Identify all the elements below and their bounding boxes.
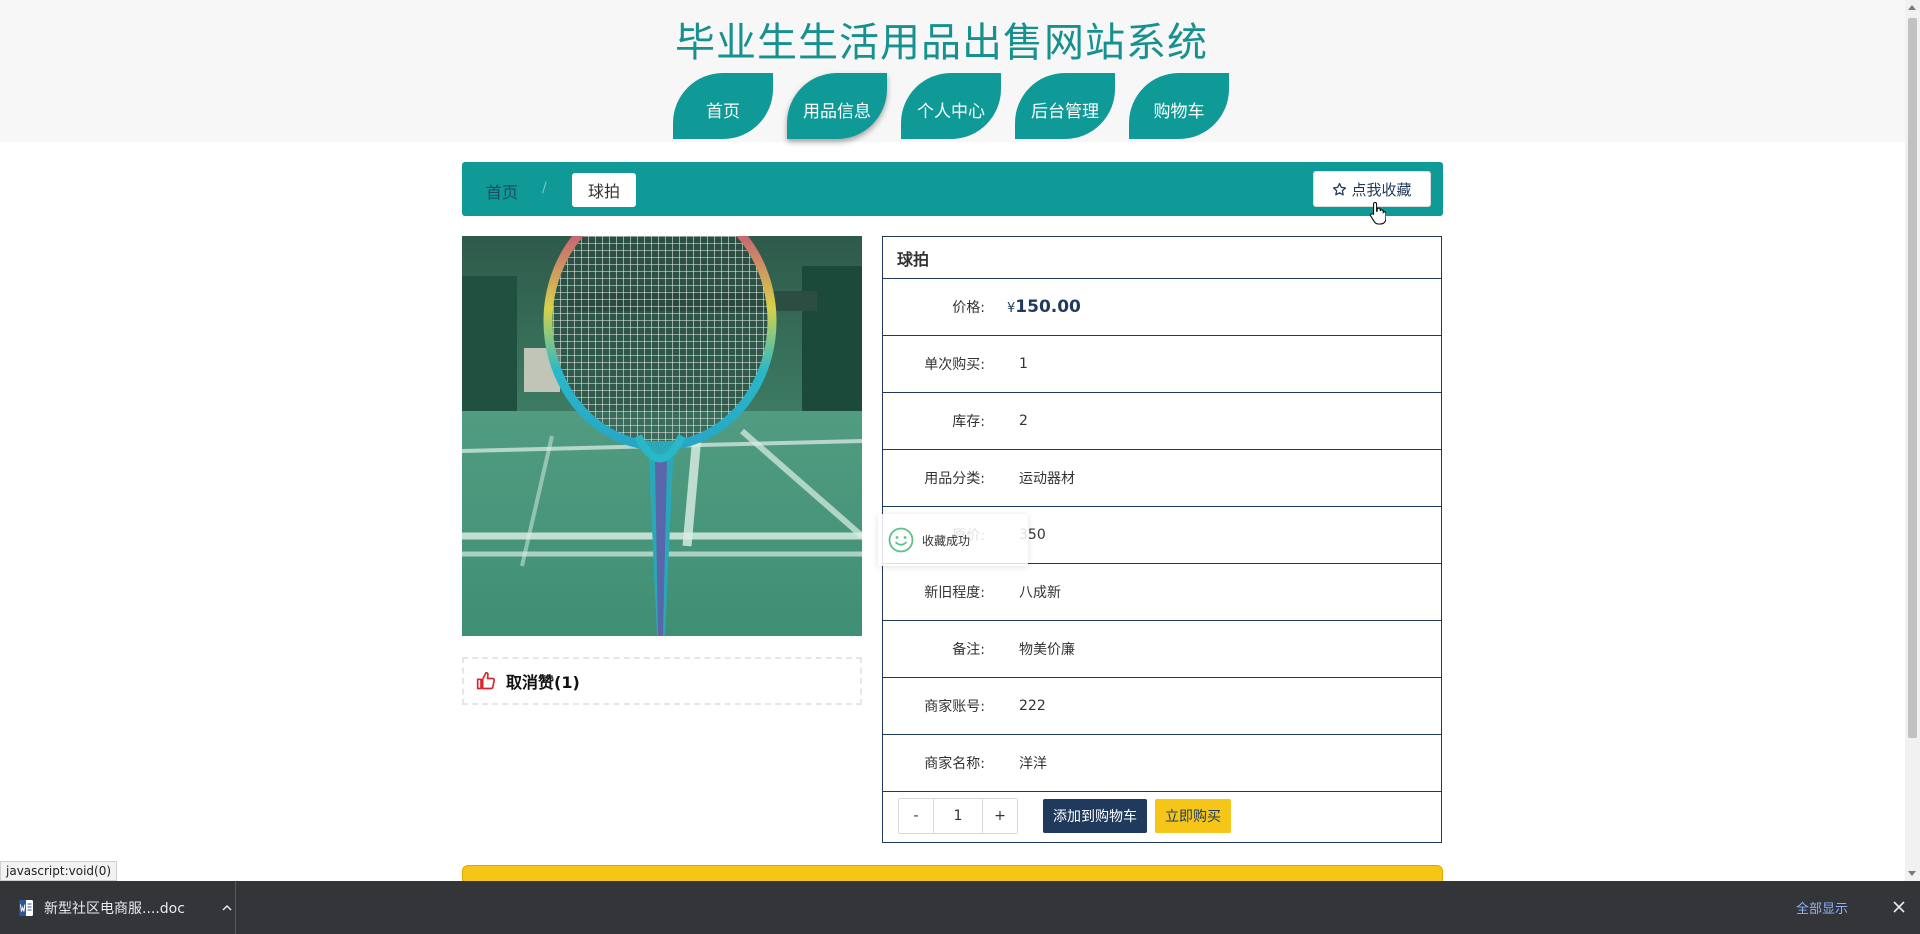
detail-value: 洋洋: [1019, 756, 1047, 772]
star-icon: [1333, 182, 1347, 195]
detail-row: 备注: 物美价廉: [883, 621, 1441, 678]
quantity-increase-button[interactable]: +: [983, 799, 1017, 833]
product-image: [462, 236, 862, 636]
breadcrumb-home-link[interactable]: 首页: [486, 179, 518, 203]
detail-key: 单次购买:: [924, 357, 985, 373]
purchase-actions: - 1 + 添加到购物车 立即购买: [883, 792, 1441, 840]
nav-product-info[interactable]: 用品信息: [787, 73, 887, 139]
favorite-label: 点我收藏: [1351, 180, 1412, 199]
download-bar: 新型社区电商服....doc 全部显示: [0, 881, 1920, 934]
breadcrumb-separator: /: [542, 180, 547, 196]
detail-row: 新旧程度: 八成新: [883, 564, 1441, 621]
detail-key: 新旧程度:: [924, 585, 985, 601]
thumbs-up-icon: [476, 671, 496, 690]
detail-value: 2: [1019, 413, 1028, 429]
status-url: javascript:void(0): [0, 861, 118, 881]
price-row: 价格: ¥150.00: [883, 279, 1441, 336]
detail-key: 商家名称:: [924, 756, 985, 772]
show-all-downloads-link[interactable]: 全部显示: [1796, 898, 1848, 917]
word-document-icon: [19, 899, 33, 916]
chevron-up-icon[interactable]: [221, 902, 233, 914]
price-number: 150.00: [1015, 297, 1081, 317]
hand-cursor-icon: [1370, 201, 1386, 225]
nav-admin[interactable]: 后台管理: [1015, 73, 1115, 139]
detail-key: 商家账号:: [924, 699, 985, 715]
detail-value: 物美价廉: [1019, 642, 1075, 658]
download-item[interactable]: 新型社区电商服....doc: [0, 881, 236, 934]
product-title: 球拍: [883, 237, 1441, 279]
detail-key: 库存:: [952, 414, 985, 430]
price-label: 价格:: [952, 300, 985, 316]
nav-home[interactable]: 首页: [673, 73, 773, 139]
detail-row: 库存: 2: [883, 393, 1441, 450]
site-header: 毕业生生活用品出售网站系统 首页 用品信息 个人中心 后台管理 购物车: [0, 0, 1905, 142]
detail-key: 用品分类:: [924, 471, 985, 487]
add-to-cart-button[interactable]: 添加到购物车: [1043, 799, 1147, 833]
nav-personal-center[interactable]: 个人中心: [901, 73, 1001, 139]
scroll-down-arrow-icon[interactable]: [1908, 871, 1916, 876]
price-value: ¥150.00: [1007, 297, 1081, 317]
detail-key: 备注:: [952, 642, 985, 658]
close-icon[interactable]: [1890, 898, 1908, 916]
page-scrollbar[interactable]: [1905, 0, 1920, 881]
quantity-decrease-button[interactable]: -: [899, 799, 933, 833]
detail-value: 八成新: [1019, 585, 1061, 601]
detail-value: 1: [1019, 356, 1028, 372]
detail-value: 运动器材: [1019, 471, 1075, 487]
like-toggle[interactable]: 取消赞(1): [462, 657, 862, 705]
detail-row: 用品分类: 运动器材: [883, 450, 1441, 507]
like-label: 取消赞(1): [506, 673, 580, 692]
breadcrumb-current: 球拍: [572, 173, 636, 207]
detail-value: 222: [1019, 698, 1046, 714]
buy-now-button[interactable]: 立即购买: [1155, 799, 1231, 833]
detail-row: 单次购买: 1: [883, 336, 1441, 393]
main-nav: 首页 用品信息 个人中心 后台管理 购物车: [673, 73, 1229, 139]
breadcrumb: 首页 / 球拍 点我收藏: [462, 162, 1443, 216]
site-title: 毕业生生活用品出售网站系统: [675, 20, 1208, 66]
badminton-racket-photo: [462, 236, 862, 636]
toast-message: 收藏成功: [922, 533, 971, 548]
toast-notification: 收藏成功: [878, 514, 1028, 566]
detail-row: 商家名称: 洋洋: [883, 735, 1441, 792]
download-file-name: 新型社区电商服....doc: [44, 900, 185, 917]
quantity-input[interactable]: 1: [933, 799, 983, 833]
detail-row: 商家账号: 222: [883, 678, 1441, 735]
scroll-thumb[interactable]: [1908, 18, 1917, 738]
scroll-up-arrow-icon[interactable]: [1908, 5, 1916, 10]
nav-cart[interactable]: 购物车: [1129, 73, 1229, 139]
smiley-icon: [888, 527, 914, 553]
quantity-stepper: - 1 +: [898, 798, 1018, 834]
